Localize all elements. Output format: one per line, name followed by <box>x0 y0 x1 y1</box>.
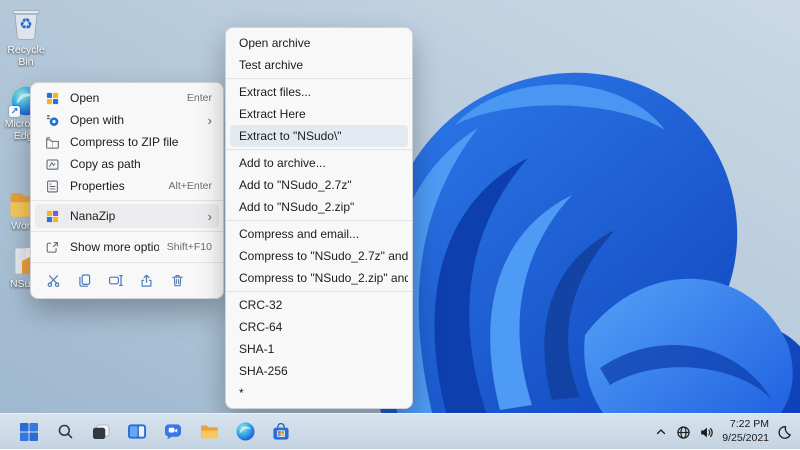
menu-item-label: Copy as path <box>70 157 141 171</box>
submenu-item-test-archive[interactable]: Test archive <box>230 54 408 76</box>
submenu-item-crc64[interactable]: CRC-64 <box>230 316 408 338</box>
submenu-item-crc32[interactable]: CRC-32 <box>230 294 408 316</box>
menu-item-label: Show more options <box>70 240 159 254</box>
show-more-options-icon <box>44 239 60 255</box>
submenu-item-open-archive[interactable]: Open archive <box>230 32 408 54</box>
share-icon[interactable] <box>138 272 155 289</box>
copy-icon[interactable] <box>76 272 93 289</box>
menu-item-label: Properties <box>70 179 125 193</box>
command-bar <box>35 266 219 294</box>
submenu-item-compress-email[interactable]: Compress and email... <box>230 223 408 245</box>
menu-separator <box>31 200 223 201</box>
menu-item-label: Open <box>70 91 100 105</box>
menu-separator <box>31 262 223 263</box>
menu-item-label: Compress to ZIP file <box>70 135 179 149</box>
taskbar-buttons <box>0 418 295 446</box>
search-icon[interactable] <box>51 418 79 446</box>
task-view-icon[interactable] <box>87 418 115 446</box>
clock[interactable]: 7:22 PM 9/25/2021 <box>722 418 769 445</box>
start-button[interactable] <box>15 418 43 446</box>
volume-icon[interactable] <box>699 425 714 440</box>
menu-separator <box>31 231 223 232</box>
clock-time: 7:22 PM <box>729 418 769 431</box>
taskbar: 7:22 PM 9/25/2021 <box>0 413 800 449</box>
nanazip-icon <box>44 208 60 224</box>
recycle-glyph: ♻ <box>19 15 33 33</box>
submenu-item-compress-zip-email[interactable]: Compress to "NSudo_2.zip" and email <box>230 267 408 289</box>
menu-item-show-more-options[interactable]: Show more options Shift+F10 <box>35 235 219 259</box>
menu-item-shortcut: Enter <box>186 92 212 104</box>
chat-icon[interactable] <box>159 418 187 446</box>
menu-item-open[interactable]: Open Enter <box>35 87 219 109</box>
submenu-item-extract-here[interactable]: Extract Here <box>230 103 408 125</box>
nanazip-submenu: Open archive Test archive Extract files.… <box>225 27 413 409</box>
edge-browser-icon[interactable] <box>231 418 259 446</box>
zip-folder-icon <box>44 134 60 150</box>
focus-assist-moon-icon[interactable] <box>777 425 792 440</box>
rename-icon[interactable] <box>107 272 124 289</box>
recycle-bin-icon: ♻ <box>0 6 52 42</box>
menu-item-shortcut: Alt+Enter <box>168 180 212 192</box>
submenu-item-compress-7z-email[interactable]: Compress to "NSudo_2.7z" and email <box>230 245 408 267</box>
submenu-item-extract-files[interactable]: Extract files... <box>230 81 408 103</box>
submenu-item-add-to-zip[interactable]: Add to "NSudo_2.zip" <box>230 196 408 218</box>
menu-item-shortcut: Shift+F10 <box>166 241 212 253</box>
menu-item-label: Open with <box>70 113 125 127</box>
submenu-item-add-to-7z[interactable]: Add to "NSudo_2.7z" <box>230 174 408 196</box>
menu-item-copy-as-path[interactable]: Copy as path <box>35 153 219 175</box>
menu-separator <box>226 149 412 150</box>
desktop-icon-recycle-bin[interactable]: ♻ Recycle Bin <box>0 6 52 68</box>
desktop-icon-label: Recycle Bin <box>7 44 45 69</box>
delete-icon[interactable] <box>169 272 186 289</box>
menu-separator <box>226 78 412 79</box>
menu-item-nanazip[interactable]: NanaZip › <box>35 204 219 228</box>
system-tray: 7:22 PM 9/25/2021 <box>654 414 792 450</box>
submenu-item-sha1[interactable]: SHA-1 <box>230 338 408 360</box>
copy-path-icon <box>44 156 60 172</box>
menu-separator <box>226 220 412 221</box>
microsoft-store-icon[interactable] <box>267 418 295 446</box>
menu-item-open-with[interactable]: Open with › <box>35 109 219 131</box>
menu-item-label: NanaZip <box>70 209 116 223</box>
submenu-arrow-icon: › <box>207 208 212 224</box>
file-explorer-icon[interactable] <box>195 418 223 446</box>
submenu-item-wildcard[interactable]: * <box>230 382 408 404</box>
context-menu: Open Enter Open with › Compress to ZIP f… <box>30 82 224 299</box>
app-open-icon <box>44 90 60 106</box>
properties-icon <box>44 178 60 194</box>
submenu-item-sha256[interactable]: SHA-256 <box>230 360 408 382</box>
submenu-item-extract-to[interactable]: Extract to "NSudo\" <box>230 125 408 147</box>
submenu-item-add-to-archive[interactable]: Add to archive... <box>230 152 408 174</box>
network-globe-icon[interactable] <box>676 425 691 440</box>
cut-icon[interactable] <box>45 272 62 289</box>
open-with-icon <box>44 112 60 128</box>
clock-date: 9/25/2021 <box>722 432 769 444</box>
menu-separator <box>226 291 412 292</box>
submenu-arrow-icon: › <box>207 112 212 128</box>
menu-item-properties[interactable]: Properties Alt+Enter <box>35 175 219 197</box>
widgets-icon[interactable] <box>123 418 151 446</box>
menu-item-compress-zip[interactable]: Compress to ZIP file <box>35 131 219 153</box>
tray-chevron-up-icon[interactable] <box>654 425 668 439</box>
shortcut-arrow-icon: ↗ <box>9 106 20 117</box>
